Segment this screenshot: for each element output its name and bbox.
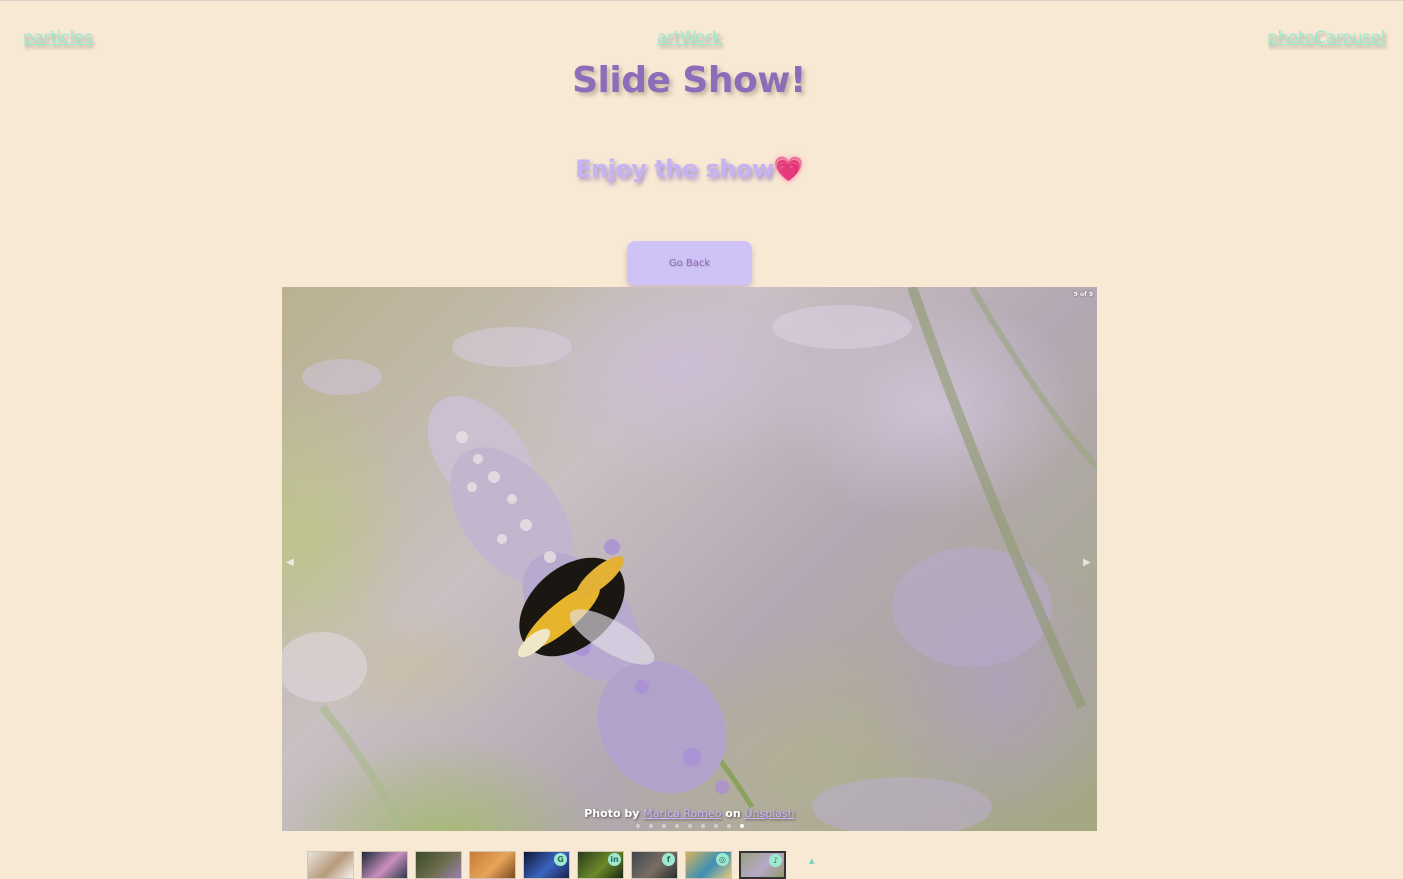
photo-caption: Photo by Marica Romeo on Unsplash: [282, 807, 1097, 820]
caption-prefix: Photo by: [584, 807, 640, 820]
slide-dot-3[interactable]: [661, 824, 666, 828]
github-icon[interactable]: G: [554, 853, 567, 866]
slide-dot-8[interactable]: [726, 824, 731, 828]
slide-dot-5[interactable]: [687, 824, 692, 828]
linkedin-icon[interactable]: in: [608, 853, 621, 866]
page-title: Slide Show!: [572, 60, 806, 101]
slide-dot-1[interactable]: [635, 824, 640, 828]
slide-dot-4[interactable]: [674, 824, 679, 828]
thumbnail-blue-bird[interactable]: G: [523, 851, 570, 879]
next-slide-arrow-icon[interactable]: ▶: [1083, 557, 1093, 571]
nav-link-artwork[interactable]: artWork: [0, 28, 1378, 48]
slide-counter: 9 of 9: [1073, 291, 1093, 298]
slide-dot-2[interactable]: [648, 824, 653, 828]
slide-dot-7[interactable]: [713, 824, 718, 828]
top-border: [0, 0, 1403, 1]
nav-link-photo-carousel[interactable]: photoCarousel: [1267, 28, 1385, 48]
unsplash-link[interactable]: Unsplash: [745, 807, 795, 820]
subtitle-text: Enjoy the show: [575, 155, 774, 183]
thumbnail-squirrel[interactable]: [307, 851, 354, 879]
slide-dot-9[interactable]: [739, 824, 744, 828]
slide-indicator-dots: [282, 824, 1097, 828]
page-subtitle: Enjoy the show💗: [0, 155, 1378, 183]
go-back-button[interactable]: Go Back: [627, 241, 752, 285]
instagram-icon[interactable]: ◎: [716, 853, 729, 866]
previous-slide-arrow-icon[interactable]: ◀: [286, 557, 296, 571]
thumbnail-strip: Gin f ◎ ♪: [307, 851, 786, 879]
thumbnail-kingfisher[interactable]: ◎: [685, 851, 732, 879]
tiktok-icon[interactable]: ♪: [769, 854, 782, 867]
photographer-link[interactable]: Marica Romeo: [643, 807, 721, 820]
thumbnail-cat[interactable]: [469, 851, 516, 879]
slideshow-current-slide[interactable]: 9 of 9 ◀ ▶ Photo by Marica Romeo on Unsp…: [282, 287, 1097, 831]
thumbnail-pink-flower[interactable]: [361, 851, 408, 879]
thumbnail-cat-on-stairs[interactable]: f: [631, 851, 678, 879]
caption-mid: on: [725, 807, 741, 820]
thumbnail-leaves[interactable]: in: [577, 851, 624, 879]
thumbnail-landscape[interactable]: [415, 851, 462, 879]
heart-icon: 💗: [773, 155, 804, 183]
slide-dot-6[interactable]: [700, 824, 705, 828]
bee-on-lavender-photo: [282, 287, 1097, 831]
facebook-icon[interactable]: f: [662, 853, 675, 866]
thumbnail-bee-on-lavender[interactable]: ♪: [739, 851, 786, 879]
scroll-up-icon[interactable]: ▲: [809, 857, 814, 865]
